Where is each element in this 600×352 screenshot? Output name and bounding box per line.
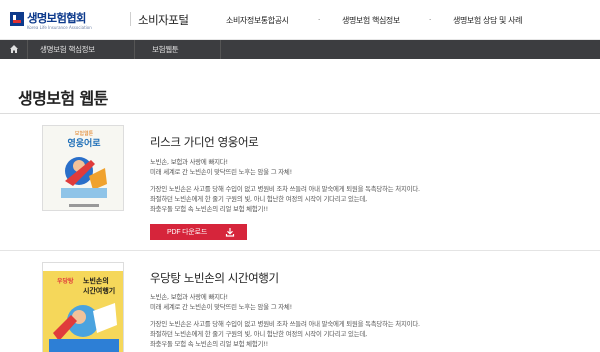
breadcrumb-webtoon[interactable]: 보험웹툰 bbox=[152, 44, 179, 55]
book-cover[interactable]: 영웅어로 보험웹툰 bbox=[42, 125, 124, 211]
item-title: 우당탕 노빈손의 시간여행기 bbox=[150, 271, 279, 285]
item-description-line: 가장인 노빈손은 사고를 당해 수입이 없고 병원비 조차 쓰들려 아내 말숙에… bbox=[150, 185, 420, 193]
cover-title-text: 시간여행기 bbox=[83, 286, 115, 295]
cover-top-text: 보험웹툰 bbox=[75, 130, 94, 137]
book-cover[interactable]: 우당탕 노빈손의 시간여행기 bbox=[42, 262, 124, 352]
item-description-line: 노빈손, 보험과 사랑에 빠지다! bbox=[150, 293, 228, 301]
item-title: 리스크 가디언 영웅어로 bbox=[150, 135, 259, 149]
top-header: 생명보험협회 Korea Life Insurance Association … bbox=[0, 0, 600, 40]
logo-text: 생명보험협회 bbox=[27, 11, 86, 25]
logo[interactable]: 생명보험협회 Korea Life Insurance Association bbox=[10, 9, 130, 33]
breadcrumb-core-info[interactable]: 생명보험 핵심정보 bbox=[40, 44, 95, 55]
download-icon bbox=[225, 228, 235, 237]
item-description-line: 미래 세계로 간 노빈손이 맞닥뜨린 노후는 암울 그 자체! bbox=[150, 303, 292, 311]
divider bbox=[130, 12, 131, 26]
breadcrumb-divider bbox=[220, 40, 221, 59]
logo-subtitle: Korea Life Insurance Association bbox=[27, 25, 92, 30]
book-cover-illustration: 우당탕 노빈손의 시간여행기 bbox=[43, 263, 123, 352]
page-title: 생명보험 웹툰 bbox=[18, 89, 108, 108]
nav-core-info[interactable]: 생명보험 핵심정보 bbox=[342, 15, 400, 26]
cover-top-text: 우당탕 bbox=[57, 277, 74, 285]
divider bbox=[0, 113, 600, 114]
breadcrumb: 생명보험 핵심정보 보험웹툰 bbox=[0, 40, 600, 59]
item-description-line: 노빈손, 보험과 사랑에 빠지다! bbox=[150, 158, 228, 166]
item-description-line: 미래 세계로 간 노빈손이 맞닥뜨린 노후는 암울 그 자체! bbox=[150, 168, 292, 176]
item-description-line: 좌충우돌 모험 속 노빈손의 리얼 보험 체험기!! bbox=[150, 205, 268, 213]
cover-title-text: 노빈손의 bbox=[83, 276, 109, 285]
home-icon bbox=[10, 45, 18, 53]
nav-separator: · bbox=[429, 16, 432, 24]
portal-title[interactable]: 소비자포털 bbox=[138, 12, 189, 28]
item-separator bbox=[0, 250, 600, 251]
nav-counsel[interactable]: 생명보험 상담 및 사례 bbox=[453, 15, 522, 26]
item-description-line: 좌절하던 노빈손에게 한 줄기 구원의 빛, 아니 험난한 여정의 시작이 기다… bbox=[150, 330, 367, 338]
nav-separator: · bbox=[318, 16, 321, 24]
pdf-download-button[interactable]: PDF 다운로드 bbox=[150, 224, 247, 240]
item-description-line: 좌충우돌 모험 속 노빈손의 리얼 보험 체험기!! bbox=[150, 340, 268, 348]
pdf-download-label: PDF 다운로드 bbox=[167, 229, 208, 236]
item-description-line: 가장인 노빈손은 사고를 당해 수입이 없고 병원비 조차 쓰들려 아내 말숙에… bbox=[150, 320, 420, 328]
item-description-line: 좌절하던 노빈손에게 한 줄기 구원의 빛, 아니 험난한 여정의 시작이 기다… bbox=[150, 195, 367, 203]
logo-mark-icon bbox=[10, 12, 24, 26]
breadcrumb-divider bbox=[134, 40, 135, 59]
home-button[interactable] bbox=[0, 40, 28, 59]
book-cover-illustration: 영웅어로 보험웹툰 bbox=[43, 126, 123, 210]
cover-title-text: 영웅어로 bbox=[67, 137, 101, 149]
nav-disclosure[interactable]: 소비자정보통합공시 bbox=[226, 15, 289, 26]
